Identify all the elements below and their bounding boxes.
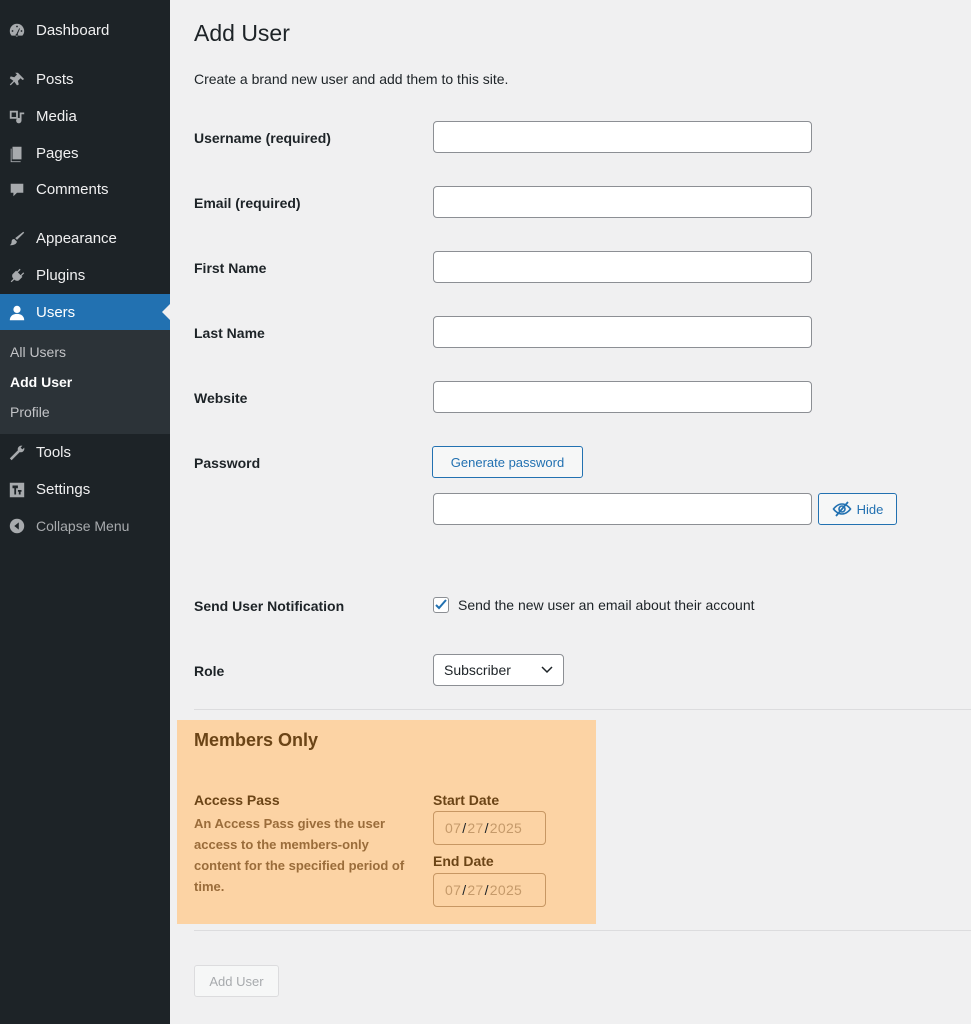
users-submenu: All Users Add User Profile (0, 330, 170, 434)
start-date-label: Start Date (433, 792, 500, 808)
password-input[interactable] (433, 493, 812, 525)
end-month: 07 (445, 882, 462, 898)
menu-label: Users (36, 304, 76, 321)
start-year: 2025 (489, 820, 523, 836)
notification-label: Send User Notification (194, 598, 345, 614)
pages-icon (7, 144, 27, 164)
role-select[interactable]: Subscriber (433, 654, 564, 686)
generate-password-button[interactable]: Generate password (432, 446, 583, 478)
website-input[interactable] (433, 381, 812, 413)
plugin-icon (7, 266, 27, 286)
menu-item-posts[interactable]: Posts (0, 61, 170, 98)
collapse-label: Collapse Menu (36, 517, 130, 534)
menu-label: Plugins (36, 267, 86, 284)
first-name-input[interactable] (433, 251, 812, 283)
menu-label: Settings (36, 481, 91, 498)
password-label: Password (194, 455, 261, 471)
end-date-label: End Date (433, 853, 494, 869)
collapse-menu-button[interactable]: Collapse Menu (0, 507, 170, 544)
menu-item-dashboard[interactable]: Dashboard (0, 12, 170, 49)
main-content: Add User Create a brand new user and add… (177, 0, 971, 1024)
brush-icon (7, 229, 27, 249)
menu-item-settings[interactable]: Settings (0, 471, 170, 508)
start-date-input[interactable]: 07/27/2025 (433, 811, 546, 845)
settings-icon (7, 480, 27, 500)
media-icon (7, 107, 27, 127)
hide-label: Hide (856, 501, 884, 517)
add-user-submit-button[interactable]: Add User (194, 965, 279, 997)
menu-label: Pages (36, 145, 79, 162)
collapse-icon (7, 516, 27, 536)
wrench-icon (7, 443, 27, 463)
section-divider (194, 709, 971, 710)
menu-item-pages[interactable]: Pages (0, 135, 170, 172)
menu-label: Dashboard (36, 22, 110, 39)
website-label: Website (194, 390, 248, 406)
start-day: 27 (467, 820, 484, 836)
eye-hidden-icon (832, 501, 852, 517)
first-name-label: First Name (194, 260, 267, 276)
end-date-input[interactable]: 07/27/2025 (433, 873, 546, 907)
pin-icon (7, 70, 27, 90)
dashboard-icon (7, 21, 27, 41)
access-pass-label: Access Pass (194, 792, 280, 808)
last-name-label: Last Name (194, 325, 265, 341)
email-label: Email (required) (194, 195, 301, 211)
notification-option: Send the new user an email about their a… (433, 597, 755, 613)
role-value: Subscriber (444, 662, 511, 678)
menu-label: Appearance (36, 230, 117, 247)
admin-sidebar: Dashboard Posts Media Pages Comments App… (0, 0, 170, 1024)
end-year: 2025 (489, 882, 523, 898)
chevron-down-icon (541, 666, 553, 674)
menu-label: Comments (36, 181, 109, 198)
menu-item-plugins[interactable]: Plugins (0, 257, 170, 294)
user-icon (7, 303, 27, 323)
start-month: 07 (445, 820, 462, 836)
email-input[interactable] (433, 186, 812, 218)
role-label: Role (194, 663, 225, 679)
hide-password-button[interactable]: Hide (818, 493, 897, 525)
page-intro: Create a brand new user and add them to … (194, 71, 509, 87)
notification-text: Send the new user an email about their a… (458, 597, 755, 613)
menu-item-media[interactable]: Media (0, 98, 170, 135)
submenu-profile[interactable]: Profile (10, 404, 50, 420)
menu-item-tools[interactable]: Tools (0, 434, 170, 471)
notification-checkbox[interactable] (433, 597, 449, 613)
submenu-add-user[interactable]: Add User (10, 374, 72, 390)
menu-item-users[interactable]: Users (0, 294, 170, 331)
submenu-all-users[interactable]: All Users (10, 344, 66, 360)
menu-label: Media (36, 108, 77, 125)
menu-item-appearance[interactable]: Appearance (0, 220, 170, 257)
section-divider (194, 930, 971, 931)
last-name-input[interactable] (433, 316, 812, 348)
menu-item-comments[interactable]: Comments (0, 171, 170, 208)
menu-label: Posts (36, 71, 74, 88)
page-title: Add User (194, 20, 290, 46)
username-input[interactable] (433, 121, 812, 153)
comment-icon (7, 180, 27, 200)
access-pass-description: An Access Pass gives the user access to … (194, 816, 405, 894)
members-only-title: Members Only (194, 730, 319, 750)
username-label: Username (required) (194, 130, 331, 146)
menu-label: Tools (36, 444, 72, 461)
end-day: 27 (467, 882, 484, 898)
